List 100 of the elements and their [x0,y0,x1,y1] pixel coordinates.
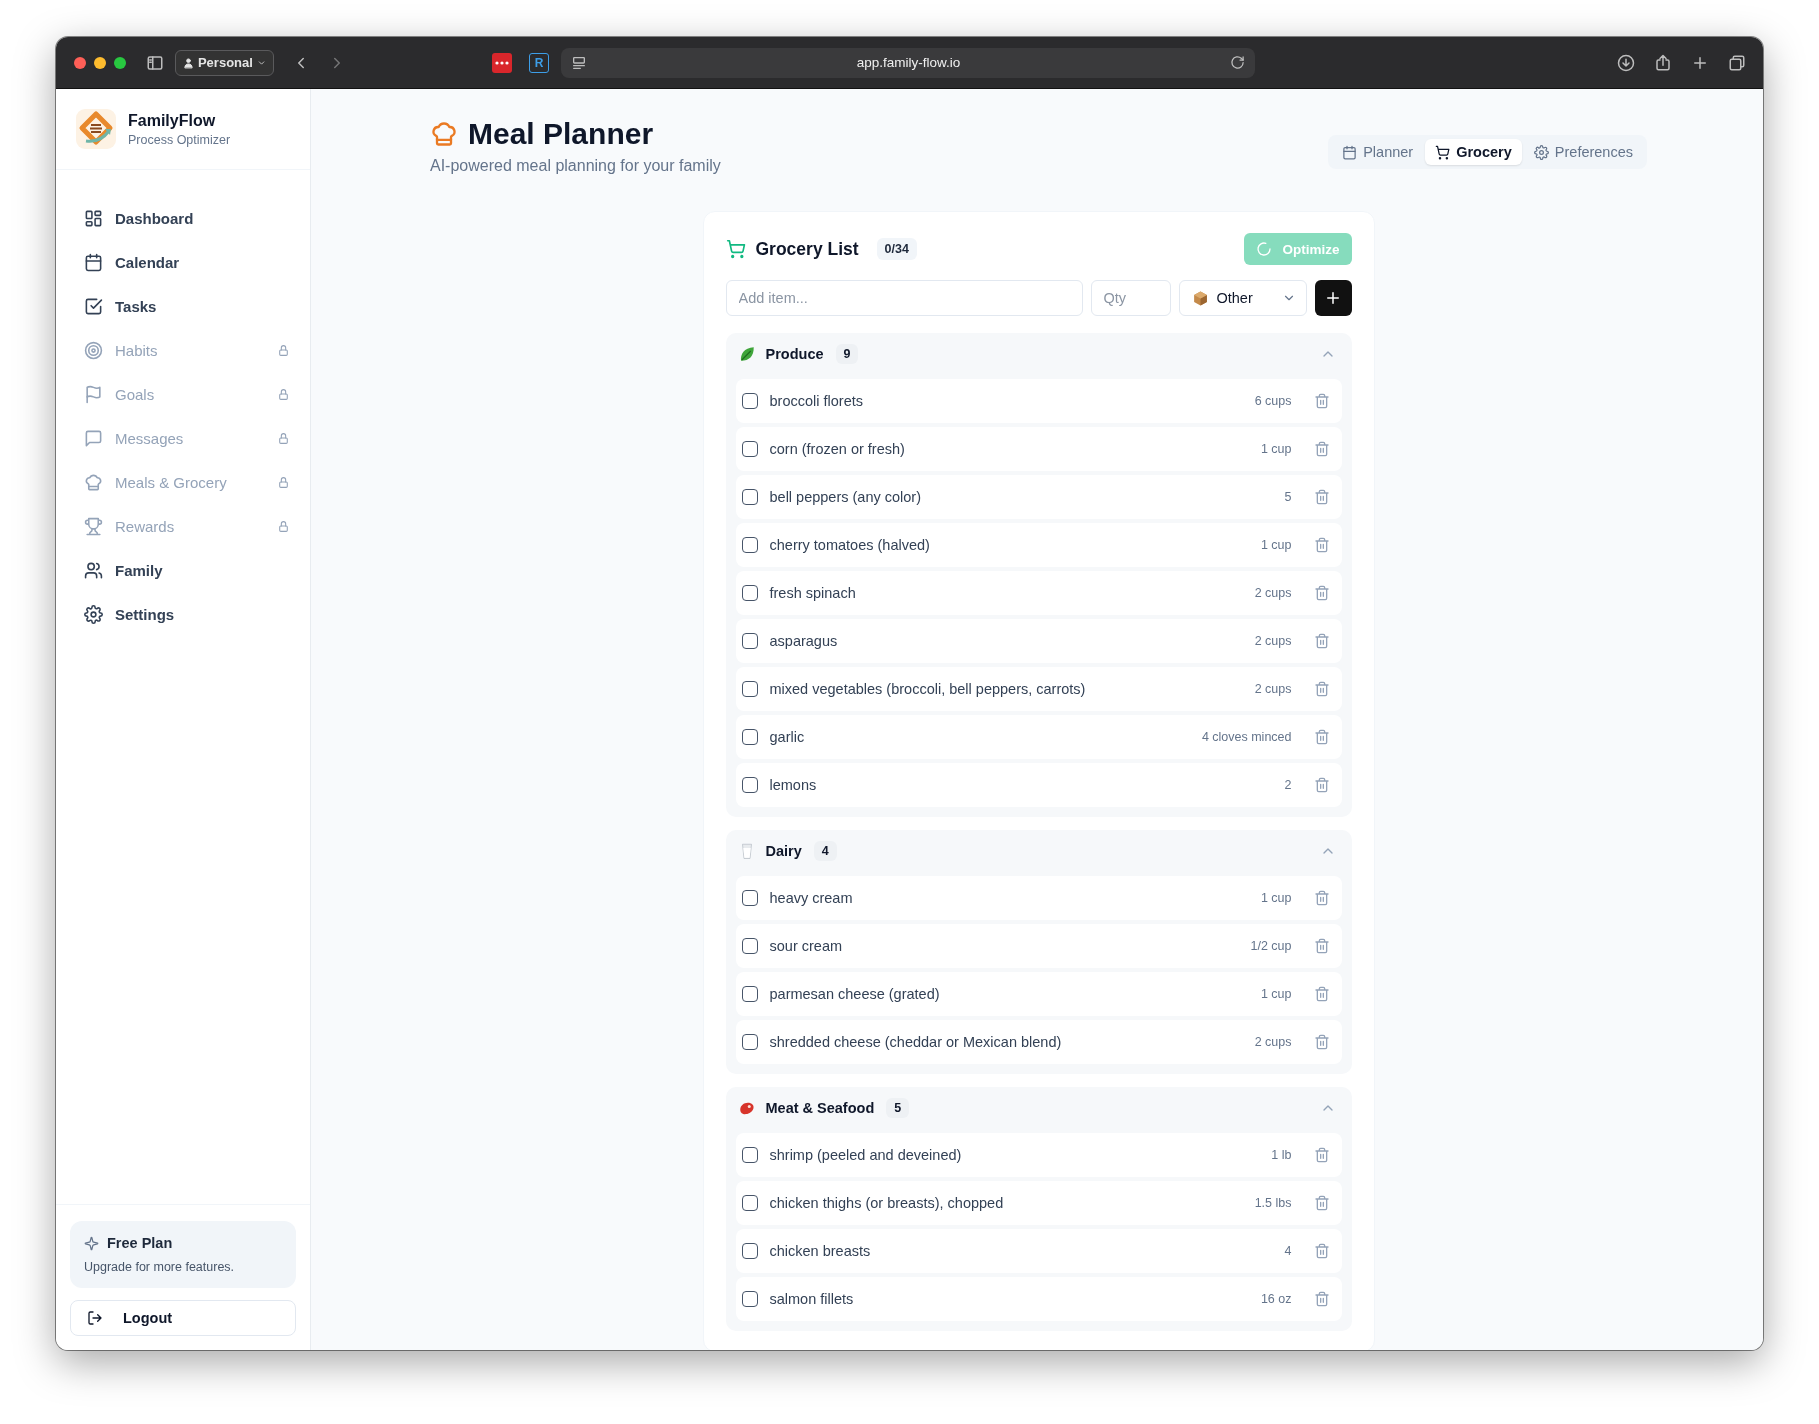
item-quantity: 1 cup [1260,442,1292,456]
checkbox[interactable] [741,489,758,505]
nav-item[interactable]: Tasks [72,284,290,328]
quantity-input-field[interactable]: Qty [1090,280,1171,316]
lock-icon [277,519,290,533]
trash-icon[interactable] [1313,537,1330,553]
view-tab[interactable]: Grocery [1425,139,1522,165]
minimize-window-button[interactable] [94,56,106,69]
trash-icon[interactable] [1313,1243,1330,1259]
grid-icon [84,208,103,228]
checkbox[interactable] [741,1291,758,1307]
checkbox[interactable] [741,1195,758,1211]
progress-badge: 0/34 [876,238,917,260]
extension-icon[interactable] [492,52,512,73]
people-icon [84,560,103,580]
checkbox[interactable] [741,441,758,457]
app-name: FamilyFlow [128,111,217,130]
share-icon[interactable] [1654,53,1672,72]
trash-icon[interactable] [1313,1034,1330,1050]
checkbox[interactable] [741,537,758,553]
nav-item[interactable]: Settings [72,592,290,636]
checkbox[interactable] [741,1147,758,1163]
sparkles-icon [84,1235,99,1251]
category-name: Produce [765,346,824,362]
checkbox[interactable] [741,1034,758,1050]
nav-item[interactable]: Calendar [72,240,290,284]
item-name: heavy cream [769,890,854,906]
reload-icon[interactable] [1230,55,1245,70]
item-name: corn (frozen or fresh) [769,441,906,457]
trash-icon[interactable] [1313,1291,1330,1307]
flag-icon [84,384,103,404]
item-quantity: 4 cloves minced [1201,730,1292,744]
trash-icon[interactable] [1313,489,1330,505]
trash-icon[interactable] [1313,1195,1330,1211]
view-tab[interactable]: Preferences [1523,139,1643,165]
trash-icon[interactable] [1313,729,1330,745]
nav-item[interactable]: Family [72,548,290,592]
category-dropdown[interactable]: Other [1178,280,1307,316]
item-name: broccoli florets [769,393,864,409]
trash-icon[interactable] [1313,441,1330,457]
item-input-field[interactable]: Add item... [725,280,1083,316]
item-name: asparagus [769,633,839,649]
trash-icon[interactable] [1313,1147,1330,1163]
item-quantity: 1/2 cup [1250,939,1292,953]
checkbox[interactable] [741,681,758,697]
app-tagline: Process Optimizer [128,132,231,147]
add-item-button[interactable] [1314,280,1352,316]
item-name: cherry tomatoes (halved) [769,537,931,553]
checkbox[interactable] [741,729,758,745]
item-quantity: 16 oz [1260,1292,1292,1306]
plus-icon [1324,289,1342,307]
item-count: 9 [835,344,859,364]
checkbox[interactable] [741,633,758,649]
item-count: 5 [886,1098,910,1118]
trash-icon[interactable] [1313,986,1330,1002]
item-quantity: 2 cups [1254,586,1292,600]
card-title: Grocery List [755,238,859,260]
item-quantity: 1 cup [1260,538,1292,552]
trash-icon[interactable] [1313,681,1330,697]
nav-item[interactable]: Dashboard [72,196,290,240]
logo-icon [76,109,116,149]
address-bar[interactable]: app.family-flow.io [561,47,1255,78]
item-quantity: 1 cup [1260,891,1292,905]
checkbox[interactable] [741,890,758,906]
item-quantity: 6 cups [1254,394,1292,408]
download-icon[interactable] [1617,53,1635,72]
calendar-icon [84,252,103,272]
logout-button[interactable]: Logout [70,1300,296,1336]
item-name: sour cream [769,938,844,954]
item-name: lemons [769,777,818,793]
trash-icon[interactable] [1313,890,1330,906]
checkbox[interactable] [741,938,758,954]
item-name: salmon fillets [769,1291,855,1307]
checkbox[interactable] [741,777,758,793]
item-quantity: 2 cups [1254,682,1292,696]
spinner-icon [1256,241,1273,257]
item-quantity: 2 cups [1254,1035,1292,1049]
trash-icon[interactable] [1313,938,1330,954]
checkbox[interactable] [741,1243,758,1259]
trash-icon[interactable] [1313,393,1330,409]
trash-icon[interactable] [1313,777,1330,793]
settings-icon [84,604,103,624]
close-window-button[interactable] [74,56,86,69]
lock-icon [277,343,290,357]
zoom-window-button[interactable] [114,56,126,69]
checkbox[interactable] [741,986,758,1002]
profile-button[interactable]: Personal [175,49,274,76]
view-tab[interactable]: Planner [1332,139,1424,165]
checkbox[interactable] [741,393,758,409]
trash-icon[interactable] [1313,633,1330,649]
checkbox[interactable] [741,585,758,601]
page-title: Meal Planner [468,117,654,151]
item-quantity: 4 [1284,1244,1292,1258]
tabs-icon[interactable] [1728,53,1746,72]
item-name: chicken thighs (or breasts), chopped [769,1195,1005,1211]
sidebar-toggle-icon[interactable] [146,53,164,72]
checkbox-icon [84,296,103,316]
extension-button[interactable]: R [529,52,549,73]
chef-hat-icon [430,120,458,148]
trash-icon[interactable] [1313,585,1330,601]
